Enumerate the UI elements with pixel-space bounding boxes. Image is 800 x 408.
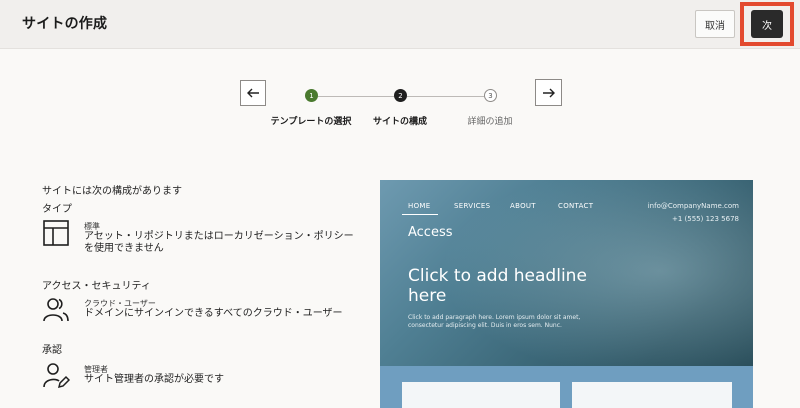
step-3-indicator[interactable]: 3 [484, 89, 497, 102]
arrow-right-icon [542, 88, 555, 97]
configuration-intro: サイトには次の構成があります [42, 186, 182, 197]
stepper-connector [407, 96, 484, 97]
step-3-label: 詳細の追加 [467, 117, 513, 127]
preview-nav-services: SERVICES [454, 202, 491, 210]
page-header: サイトの作成 取消 次 [0, 0, 800, 49]
approval-heading: 承認 [42, 345, 62, 356]
approval-description: サイト管理者の承認が必要です [84, 374, 224, 385]
stepper-connector [318, 96, 394, 97]
preview-nav-underline [402, 214, 438, 215]
access-security-heading: アクセス・セキュリティ [42, 281, 151, 292]
preview-headline: Click to add headline here [408, 266, 587, 306]
preview-paragraph: Click to add paragraph here. Lorem ipsum… [408, 314, 581, 329]
preview-nav-about: ABOUT [510, 202, 536, 210]
preview-email: info@CompanyName.com [647, 202, 739, 210]
user-edit-icon [43, 363, 70, 389]
next-button[interactable]: 次 [751, 10, 783, 38]
preview-card [402, 382, 560, 408]
type-section-heading: タイプ [42, 204, 72, 215]
type-description: アセット・リポジトリまたはローカリゼーション・ポリシーを使用できません [84, 231, 354, 254]
page-title: サイトの作成 [22, 16, 108, 32]
step-2-label: サイトの構成 [372, 117, 428, 127]
preview-access-text: Access [408, 225, 453, 240]
preview-nav-home: HOME [408, 202, 431, 210]
previous-step-button[interactable] [240, 80, 266, 106]
layout-template-icon [43, 220, 69, 246]
preview-card [572, 382, 732, 408]
arrow-left-icon [247, 88, 259, 98]
users-icon [43, 298, 69, 322]
preview-phone: +1 (555) 123 5678 [672, 215, 739, 223]
step-2-indicator[interactable]: 2 [394, 89, 407, 102]
template-preview-image: HOME SERVICES ABOUT CONTACT info@Company… [380, 180, 753, 408]
next-step-button[interactable] [535, 79, 562, 106]
access-description: ドメインにサインインできるすべてのクラウド・ユーザー [84, 308, 343, 319]
step-1-label: テンプレートの選択 [270, 117, 352, 127]
cancel-button[interactable]: 取消 [695, 10, 735, 38]
step-1-indicator[interactable]: 1 [305, 89, 318, 102]
preview-nav-contact: CONTACT [558, 202, 594, 210]
